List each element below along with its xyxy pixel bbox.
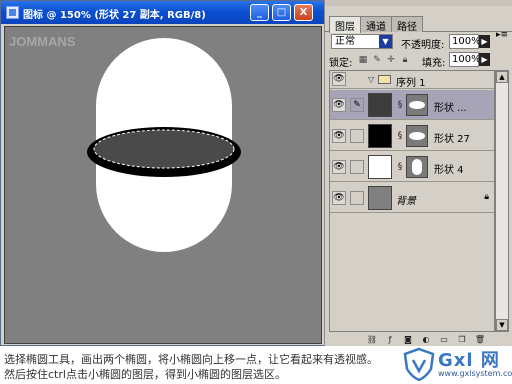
- caption-line-2: 然后按住ctrl点击小椭圆的图层，得到小椭圆的图层选区。: [4, 368, 286, 381]
- link-icon: §: [397, 131, 403, 141]
- lock-move-icon[interactable]: ✛: [386, 55, 396, 65]
- lock-transparency-icon[interactable]: ▦: [358, 55, 368, 65]
- layers-panel: 图层 通道 路径 ▸≡ 正常 ▼ 不透明度: 100% ▶ 锁定: ▦ ✎ ✛ …: [324, 0, 512, 346]
- lock-paint-icon[interactable]: ✎: [372, 55, 382, 65]
- layer-thumbnail: [368, 124, 392, 148]
- panel-titlebar[interactable]: [325, 0, 512, 6]
- fill-slider-arrow-icon[interactable]: ▶: [479, 53, 490, 66]
- fill-field[interactable]: 100%: [449, 52, 481, 67]
- layer-row[interactable]: 👁︎ § 形状 27: [330, 121, 494, 151]
- blend-row: 正常 ▼ 不透明度: 100% ▶: [325, 33, 512, 51]
- lock-all-icon[interactable]: 🔒︎: [400, 55, 410, 65]
- restore-button[interactable]: □: [272, 4, 291, 21]
- eye-icon[interactable]: 👁︎: [332, 129, 346, 143]
- site-logo: Gxl 网 www.gxlsystem.com: [400, 344, 512, 384]
- layer-thumbnail: [368, 93, 392, 117]
- scroll-down-icon[interactable]: ▼: [496, 319, 508, 331]
- caption-line-1: 选择椭圆工具，画出两个椭圆，将小椭圆向上移一点，让它看起来有透视感。: [4, 353, 378, 366]
- brush-slot: [350, 160, 364, 174]
- vector-mask-thumbnail: [406, 156, 428, 178]
- vector-mask-thumbnail: [406, 125, 428, 147]
- layer-name: 背景: [396, 196, 416, 207]
- chevron-down-icon[interactable]: ▼: [379, 35, 392, 48]
- layer-name: 形状 ...: [434, 103, 467, 114]
- document-titlebar[interactable]: 图标 @ 150% (形状 27 副本, RGB/8) _ □ X: [1, 1, 325, 24]
- shield-logo-icon: [403, 347, 435, 381]
- link-icon: §: [397, 162, 403, 172]
- layer-row-selected[interactable]: 👁︎ ✎ § 形状 ...: [330, 90, 494, 120]
- brush-slot: [350, 129, 364, 143]
- link-layers-icon[interactable]: ⛓: [365, 334, 379, 345]
- eye-icon[interactable]: 👁︎: [332, 98, 346, 112]
- layers-scrollbar[interactable]: ▲ ▼: [495, 70, 509, 332]
- layer-group[interactable]: 👁︎ ▽ 序列 1: [330, 71, 494, 89]
- folder-icon: [378, 75, 391, 84]
- vector-mask-thumbnail: [406, 94, 428, 116]
- canvas-artwork: [87, 38, 241, 252]
- brush-icon: ✎: [350, 98, 364, 112]
- fill-label: 填充:: [422, 58, 446, 69]
- lock-icon: 🔒︎: [484, 192, 489, 202]
- layer-row-background[interactable]: 👁︎ 背景 🔒︎: [330, 183, 494, 213]
- lock-row: 锁定: ▦ ✎ ✛ 🔒︎ 填充: 100% ▶: [325, 52, 512, 69]
- lock-label: 锁定:: [329, 58, 353, 69]
- tab-channels[interactable]: 通道: [360, 16, 392, 33]
- layer-name: 序列 1: [396, 78, 426, 89]
- link-icon: §: [397, 100, 403, 110]
- panel-tabs: 图层 通道 路径 ▸≡: [325, 14, 512, 40]
- blend-mode-value: 正常: [335, 36, 355, 47]
- opacity-slider-arrow-icon[interactable]: ▶: [479, 35, 490, 48]
- document-title: 图标 @ 150% (形状 27 副本, RGB/8): [23, 10, 206, 21]
- layers-list: 👁︎ ▽ 序列 1 👁︎ ✎ § 形状 ... 👁︎ § 形状 27 👁︎ § …: [329, 70, 495, 332]
- brush-slot: [350, 191, 364, 205]
- layer-name: 形状 27: [434, 134, 470, 145]
- caption: 选择椭圆工具，画出两个椭圆，将小椭圆向上移一点，让它看起来有透视感。 然后按住c…: [4, 352, 404, 382]
- eye-icon[interactable]: 👁︎: [332, 191, 346, 205]
- layer-thumbnail: [368, 186, 392, 210]
- scroll-up-icon[interactable]: ▲: [496, 71, 508, 83]
- eye-icon[interactable]: 👁︎: [332, 72, 346, 86]
- layer-thumbnail: [368, 155, 392, 179]
- opacity-label: 不透明度:: [401, 40, 445, 51]
- document-window: 图标 @ 150% (形状 27 副本, RGB/8) _ □ X JOMMAN…: [0, 0, 326, 346]
- minimize-button[interactable]: _: [250, 4, 269, 21]
- blend-mode-select[interactable]: 正常 ▼: [331, 34, 393, 49]
- opacity-field[interactable]: 100%: [449, 34, 481, 49]
- layer-row[interactable]: 👁︎ § 形状 4: [330, 152, 494, 182]
- document-icon: [6, 6, 19, 19]
- tab-paths[interactable]: 路径: [391, 16, 423, 33]
- eye-icon[interactable]: 👁︎: [332, 160, 346, 174]
- close-button[interactable]: X: [294, 4, 313, 21]
- tab-layers[interactable]: 图层: [329, 16, 361, 33]
- layer-name: 形状 4: [434, 165, 464, 176]
- layer-style-icon[interactable]: ƒ: [383, 334, 397, 345]
- expand-triangle-icon[interactable]: ▽: [368, 75, 374, 84]
- canvas[interactable]: JOMMANS: [4, 26, 322, 344]
- logo-domain: www.gxlsystem.com: [438, 369, 512, 378]
